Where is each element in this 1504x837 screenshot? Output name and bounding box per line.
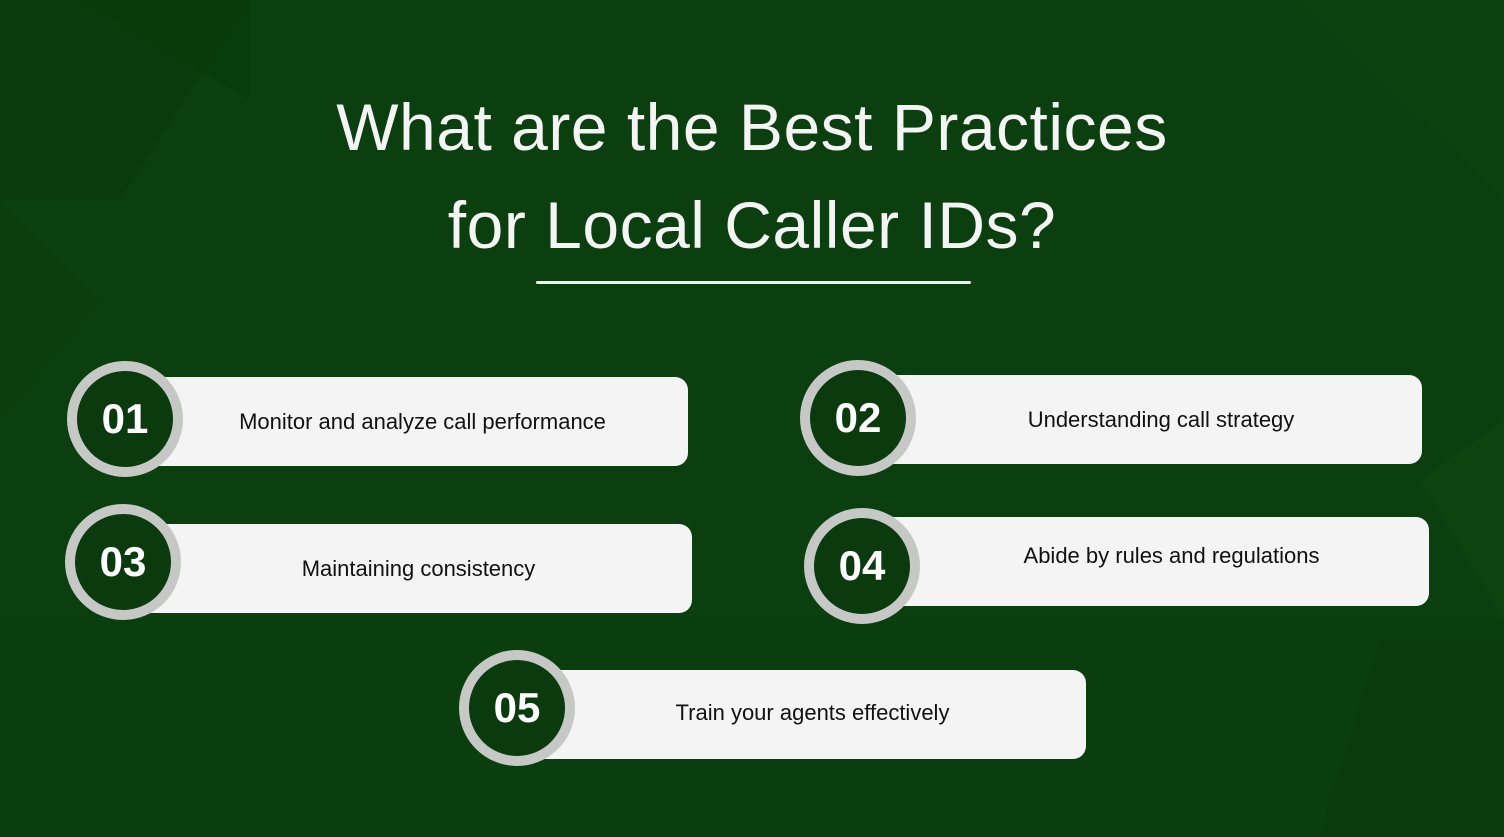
title-divider — [536, 281, 971, 284]
practice-card: Understanding call strategy — [860, 375, 1422, 464]
number-badge: 05 — [459, 650, 575, 766]
badge-number: 04 — [838, 542, 886, 589]
practice-label: Maintaining consistency — [301, 555, 536, 581]
practice-label: Abide by rules and regulations — [1023, 542, 1320, 568]
badge-number: 01 — [101, 395, 149, 442]
title-line-2: for Local Caller IDs? — [447, 188, 1057, 262]
practice-label: Train your agents effectively — [675, 699, 950, 725]
number-badge: 04 — [804, 508, 920, 624]
badge-number: 05 — [493, 684, 541, 731]
practice-label: Understanding call strategy — [1027, 406, 1295, 432]
badge-number: 03 — [99, 538, 147, 585]
practice-card: Maintaining consistency — [125, 524, 692, 613]
title-line-1: What are the Best Practices — [336, 90, 1168, 164]
number-badge: 02 — [800, 360, 916, 476]
number-badge: 01 — [67, 361, 183, 477]
page-title: What are the Best Practices for Local Ca… — [0, 78, 1504, 274]
number-badge: 03 — [65, 504, 181, 620]
practice-card: Abide by rules and regulations — [864, 517, 1429, 606]
practice-card: Train your agents effectively — [519, 670, 1086, 759]
practice-label: Monitor and analyze call performance — [239, 408, 606, 434]
badge-number: 02 — [834, 394, 882, 441]
practice-card: Monitor and analyze call performance — [127, 377, 688, 466]
